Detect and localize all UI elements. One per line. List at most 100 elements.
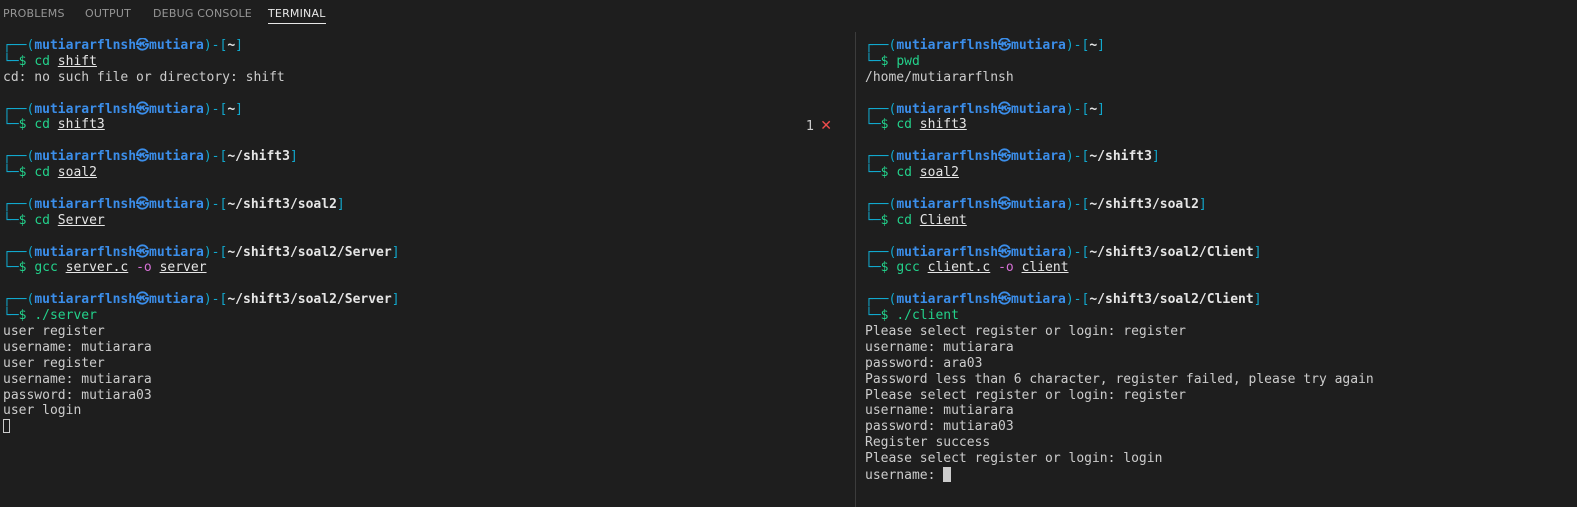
prompt-box-corner: └─ xyxy=(3,53,19,69)
output-line: user register xyxy=(3,324,105,340)
prompt-cwd: ~/shift3/soal2/Server xyxy=(227,244,392,260)
prompt-box-corner: └─ xyxy=(865,117,881,133)
prompt-box-open: ┌──( xyxy=(865,149,897,165)
cursor-icon xyxy=(3,419,10,434)
prompt-cwd: ~ xyxy=(227,38,236,53)
terminal-pane-left[interactable]: ┌──(mutiararflnsh㉿mutiara)-[~] └─$ cd shi… xyxy=(3,38,851,507)
output-line: username: mutiarara xyxy=(3,339,152,355)
prompt-user-host: mutiararflnsh㉿mutiara xyxy=(896,101,1066,117)
command-arg: server.c xyxy=(65,260,129,276)
command-name: ./server xyxy=(34,308,97,324)
command-name: cd xyxy=(896,212,912,228)
output-line: user login xyxy=(3,403,82,419)
prompt-box-corner: └─ xyxy=(3,212,19,228)
output-line: Please select register or login: login xyxy=(865,451,1163,467)
output-line: username: mutiarara xyxy=(865,339,1014,355)
terminal-pane-right[interactable]: ┌──(mutiararflnsh㉿mutiara)-[~] └─$ pwd/ho… xyxy=(865,38,1575,507)
prompt-user-host: mutiararflnsh㉿mutiara xyxy=(896,244,1066,260)
command-arg: shift xyxy=(57,53,97,69)
command-arg: server xyxy=(159,260,207,276)
prompt-box-corner: └─ xyxy=(865,165,881,181)
output-line: password: mutiara03 xyxy=(865,419,1014,435)
prompt-dollar: $ xyxy=(880,260,897,276)
prompt-cwd: ~/shift3 xyxy=(227,149,290,165)
prompt-header: ┌──(mutiararflnsh㉿mutiara)-[~/shift3/soa… xyxy=(3,292,851,308)
command-arg: Client xyxy=(919,212,967,228)
output-line: /home/mutiararflnsh xyxy=(865,69,1014,85)
prompt-box-corner: └─ xyxy=(3,165,19,181)
input-line[interactable] xyxy=(3,419,851,435)
prompt-dollar: $ xyxy=(880,308,897,324)
input-line[interactable]: username: xyxy=(865,467,1575,483)
output-line: username: mutiarara xyxy=(3,371,152,387)
command-arg: client.c xyxy=(927,260,991,276)
cursor-icon xyxy=(943,467,952,483)
prompt-box-open: ┌──( xyxy=(865,38,897,53)
error-x-icon: ✕ xyxy=(820,118,833,134)
prompt-header: ┌──(mutiararflnsh㉿mutiara)-[~] xyxy=(3,102,851,118)
prompt-cwd: ~ xyxy=(1089,38,1098,53)
output-line: user register xyxy=(3,355,105,371)
prompt-user-host: mutiararflnsh㉿mutiara xyxy=(34,101,204,117)
tab-terminal[interactable]: TERMINAL xyxy=(268,7,326,24)
prompt-box-mid: )-[ xyxy=(203,292,228,308)
prompt-user-host: mutiararflnsh㉿mutiara xyxy=(34,244,204,260)
prompt-user-host: mutiararflnsh㉿mutiara xyxy=(896,38,1066,53)
prompt-box-mid: )-[ xyxy=(203,149,228,165)
command-name: cd xyxy=(34,165,50,181)
prompt-box-open: ┌──( xyxy=(3,101,35,117)
prompt-header: ┌──(mutiararflnsh㉿mutiara)-[~/shift3/soa… xyxy=(865,292,1575,308)
prompt-box-close: ] xyxy=(1253,244,1262,260)
command-name: cd xyxy=(896,165,912,181)
output-line: Please select register or login: registe… xyxy=(865,387,1186,403)
panel-tab-bar: PROBLEMS OUTPUT DEBUG CONSOLE TERMINAL xyxy=(0,0,1577,28)
command-arg: shift3 xyxy=(919,117,967,133)
output-line: password: ara03 xyxy=(865,355,983,371)
prompt-box-corner: └─ xyxy=(865,308,881,324)
tab-problems[interactable]: PROBLEMS xyxy=(3,7,65,23)
prompt-cwd: ~/shift3/soal2 xyxy=(227,196,337,212)
prompt-box-close: ] xyxy=(235,101,243,117)
prompt-cwd: ~/shift3/soal2/Client xyxy=(1089,292,1254,308)
command-line: └─$ cd soal2 xyxy=(3,165,851,181)
prompt-box-open: ┌──( xyxy=(3,292,35,308)
prompt-box-open: ┌──( xyxy=(3,38,35,53)
output-line: Please select register or login: registe… xyxy=(865,324,1186,340)
prompt-header: ┌──(mutiararflnsh㉿mutiara)-[~/shift3/soa… xyxy=(865,197,1575,213)
prompt-dollar: $ xyxy=(18,212,35,228)
prompt-dollar: $ xyxy=(880,212,897,228)
split-divider[interactable] xyxy=(855,32,856,507)
tab-output[interactable]: OUTPUT xyxy=(85,7,131,23)
prompt-box-open: ┌──( xyxy=(3,149,35,165)
prompt-header: ┌──(mutiararflnsh㉿mutiara)-[~] xyxy=(3,38,851,54)
command-line: └─$ cd Server xyxy=(3,213,851,229)
command-flag: -o xyxy=(998,260,1014,276)
prompt-box-mid: )-[ xyxy=(1065,196,1090,212)
prompt-box-corner: └─ xyxy=(865,260,881,276)
prompt-header: ┌──(mutiararflnsh㉿mutiara)-[~/shift3/soa… xyxy=(3,245,851,261)
prompt-box-open: ┌──( xyxy=(865,101,897,117)
command-name: gcc xyxy=(896,260,920,276)
prompt-header: ┌──(mutiararflnsh㉿mutiara)-[~/shift3/soa… xyxy=(3,197,851,213)
prompt-cwd: ~ xyxy=(227,101,236,117)
prompt-cwd: ~/shift3/soal2/Client xyxy=(1089,244,1254,260)
command-line: └─$ gcc server.c -o server xyxy=(3,260,851,276)
prompt-dollar: $ xyxy=(880,53,897,69)
prompt-box-close: ] xyxy=(235,38,243,53)
command-name: gcc xyxy=(34,260,58,276)
prompt-box-open: ┌──( xyxy=(865,196,897,212)
command-arg: Server xyxy=(57,212,105,228)
prompt-dollar: $ xyxy=(880,165,897,181)
tab-debug-console[interactable]: DEBUG CONSOLE xyxy=(153,7,252,23)
command-line: └─$ cd shift3 xyxy=(3,117,851,133)
command-name: cd xyxy=(34,117,50,133)
output-line: password: mutiara03 xyxy=(3,387,152,403)
command-error-badge: 1 ✕ xyxy=(806,118,832,134)
prompt-box-mid: )-[ xyxy=(1065,38,1090,53)
output-line: Password less than 6 character, register… xyxy=(865,371,1374,387)
command-line: └─$ ./client xyxy=(865,308,1575,324)
